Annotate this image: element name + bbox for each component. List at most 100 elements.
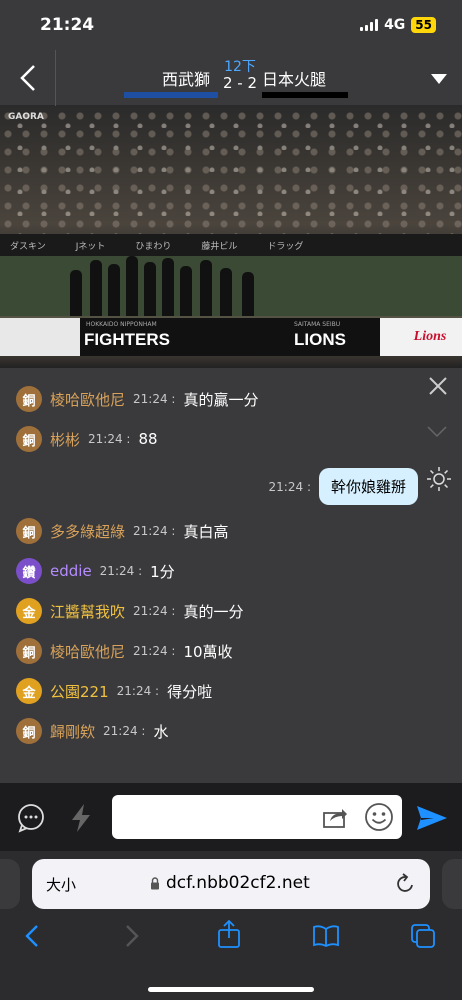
video-player[interactable]: GAORA ダスキン Jネット ひまわり 藤井ビル ドラッグ HOKKAIDO … [0,106,462,368]
message-text: 真的一分 [183,602,244,621]
triangle-down-icon [431,74,447,84]
browser-chrome: 大小 dcf.nbb02cf2.net [0,851,462,1000]
chat-input[interactable] [112,795,402,839]
address-bar[interactable]: 大小 dcf.nbb02cf2.net [32,859,430,909]
username[interactable]: eddie [50,562,92,580]
message-time: 21:24 : [133,604,176,618]
bookmarks-button[interactable] [312,925,340,951]
chat-message: 銅多多綠超綠 21:24 : 真白高 [16,517,228,545]
message-time: 21:24 : [133,392,176,406]
inning-label: 12下 [224,59,256,75]
home-team-subtitle: HOKKAIDO NIPPONHAM [86,321,157,328]
away-team-name: 日本火腿 [262,70,327,89]
user-level-badge: 金 [16,598,42,624]
browser-back-button[interactable] [24,923,40,953]
ad-text: ドラッグ [267,241,304,252]
message-text: 水 [153,722,169,741]
close-button[interactable] [428,376,448,400]
username[interactable]: 多多綠超綠 [50,521,125,542]
message-time: 21:24 : [133,644,176,658]
away-team-subtitle: SAITAMA SEIBU [294,321,341,328]
brightness-button[interactable] [426,466,452,496]
lock-icon [151,876,159,889]
chat-message: 銅歸剛欸 21:24 : 水 [16,717,168,745]
home-team-banner: FIGHTERS [84,330,170,349]
message-time: 21:24 : [116,684,160,698]
username[interactable]: 公園221 [50,681,109,702]
chat-message: 銅棱哈歐他尼 21:24 : 真的贏一分 [16,385,258,413]
book-icon [313,925,339,948]
status-bar: 21:24 4G 55 [0,0,462,50]
battery-icon: 55 [411,17,436,33]
chat-message: 銅彬彬 21:24 : 88 [16,425,158,453]
share-button[interactable] [322,805,348,833]
reload-button[interactable] [396,872,416,898]
message-time: 21:24 : [103,724,146,738]
smiley-icon [365,803,393,831]
chat-toggle-button[interactable] [16,803,46,837]
share-icon [323,809,347,828]
user-level-badge: 銅 [16,426,42,452]
user-level-badge: 銅 [16,386,42,412]
crowd-background [0,106,462,236]
user-level-badge: 金 [16,678,42,704]
chat-panel: 21:24 : 幹你娘雞掰 銅棱哈歐他尼 21:24 : 真的贏一分銅彬彬 21:24… [0,368,462,783]
home-team-name: 西武獅 [161,70,210,89]
message-time: 21:24 : [99,564,143,578]
scorebug-teams: HOKKAIDO NIPPONHAM FIGHTERS SAITAMA SEIB… [80,318,380,356]
network-label: 4G [384,17,406,33]
close-icon [429,377,447,395]
username[interactable]: 江醬幫我吹 [50,601,125,622]
tabs-button[interactable] [410,923,436,953]
text-size-button[interactable]: 大小 [46,874,76,895]
browser-forward-button[interactable] [124,923,140,953]
next-tab-preview[interactable] [442,859,462,909]
username[interactable]: 彬彬 [50,429,80,450]
message-text: 得分啦 [167,682,213,701]
send-icon [417,806,447,830]
status-indicators: 4G 55 [360,17,436,33]
back-button[interactable] [0,50,56,106]
lions-logo: Lions [413,329,447,344]
share-icon [218,919,240,948]
broadcaster-logo: GAORA [8,112,44,122]
away-team-banner: LIONS [294,330,346,349]
emoji-button[interactable] [364,802,394,836]
chat-bubble-icon [18,804,44,833]
scoreboard: 西武獅 12下 2 - 2 日本火腿 [120,56,360,100]
score-header: 西武獅 12下 2 - 2 日本火腿 [0,50,462,106]
quick-action-button[interactable] [68,803,94,837]
message-text: 真白高 [183,522,229,541]
send-button[interactable] [416,805,448,835]
previous-tab-preview[interactable] [0,859,20,909]
chat-input-bar [0,783,462,851]
username[interactable]: 棱哈歐他尼 [50,389,125,410]
message-text: 1分 [150,562,175,581]
status-time: 21:24 [40,15,95,35]
signal-icon [360,19,379,31]
my-message: 21:24 : 幹你娘雞掰 [269,468,418,505]
url-display[interactable]: dcf.nbb02cf2.net [150,873,310,893]
scorebug-left-panel [0,318,80,356]
sun-icon [427,467,451,491]
players [60,246,270,316]
username[interactable]: 棱哈歐他尼 [50,641,125,662]
user-level-badge: 銅 [16,518,42,544]
url-text: dcf.nbb02cf2.net [166,873,310,893]
dropdown-button[interactable] [430,70,448,89]
collapse-button[interactable] [426,424,448,443]
home-team-bar [124,92,218,98]
message-time: 21:24 : [268,479,311,494]
message-text: 10萬收 [183,642,233,661]
message-text: 88 [138,430,158,448]
browser-share-button[interactable] [217,919,241,953]
lightning-icon [72,804,90,832]
chevron-left-icon [19,65,35,91]
chat-message: 銅棱哈歐他尼 21:24 : 10萬收 [16,637,233,665]
chat-message: 金江醬幫我吹 21:24 : 真的一分 [16,597,243,625]
user-level-badge: 鑽 [16,558,42,584]
username[interactable]: 歸剛欸 [50,721,95,742]
away-team-bar [262,92,348,98]
message-time: 21:24 : [88,432,131,446]
home-indicator [148,987,314,992]
